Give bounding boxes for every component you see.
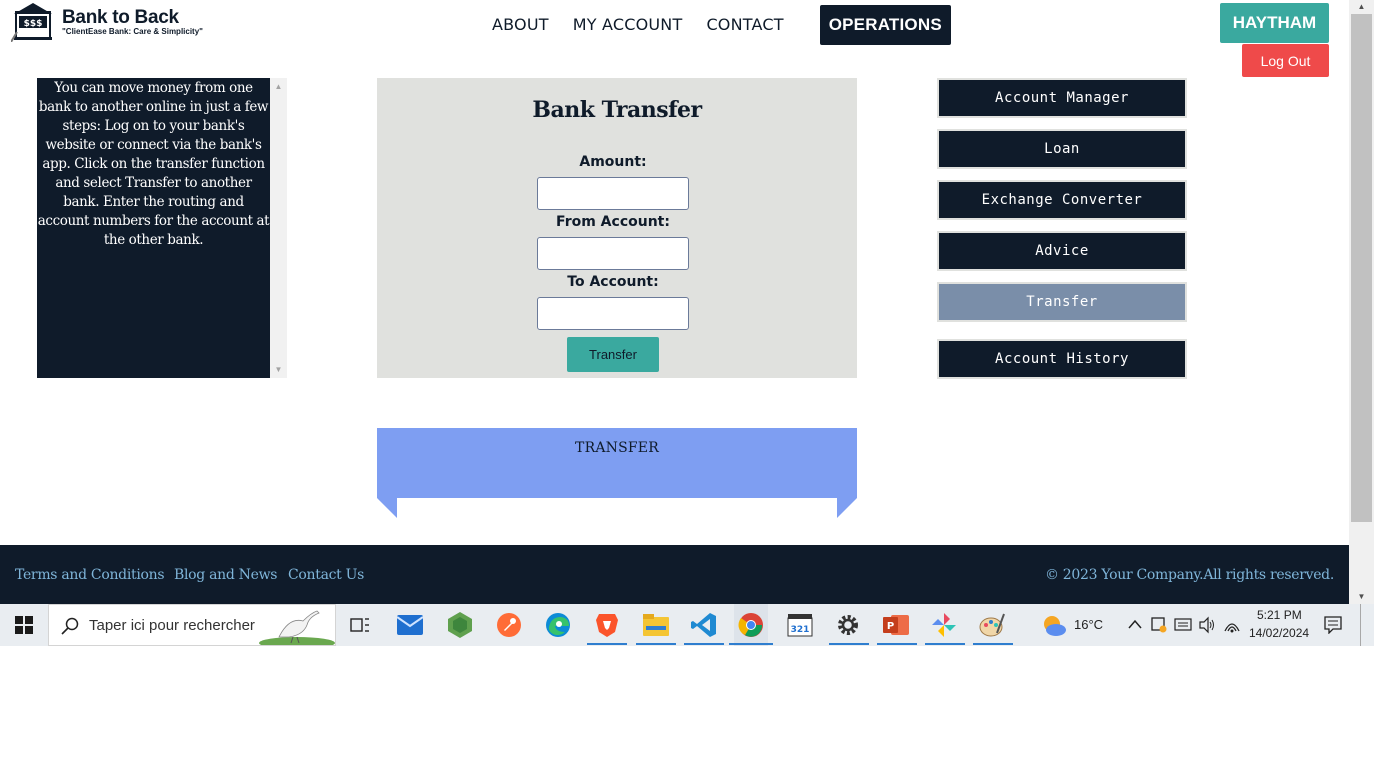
page-scrollbar[interactable]: ▲ ▼ bbox=[1349, 0, 1374, 604]
menu-transfer[interactable]: Transfer bbox=[937, 282, 1187, 322]
chrome-running-indicator bbox=[729, 643, 773, 645]
page-footer: Terms and Conditions Blog and News Conta… bbox=[0, 545, 1349, 604]
network-status-icon[interactable] bbox=[1150, 616, 1168, 634]
video-editor-icon[interactable]: 321 bbox=[786, 611, 814, 639]
brand-title: Bank to Back bbox=[62, 7, 179, 28]
powerpoint-icon[interactable]: P bbox=[882, 611, 910, 639]
menu-exchange-converter[interactable]: Exchange Converter bbox=[937, 180, 1187, 220]
to-account-label: To Account: bbox=[567, 274, 659, 290]
user-button[interactable]: HAYTHAM bbox=[1220, 3, 1329, 43]
footer-terms-link[interactable]: Terms and Conditions bbox=[15, 567, 165, 583]
settings-running-indicator bbox=[829, 643, 869, 645]
windows-logo-icon bbox=[15, 616, 33, 634]
paint-icon[interactable] bbox=[978, 611, 1006, 639]
powerpoint-running-indicator bbox=[877, 643, 917, 645]
banner-title: TRANSFER bbox=[575, 440, 659, 456]
explorer-running-indicator bbox=[636, 643, 676, 645]
browser-viewport: $$$ Bank to Back "ClientEase Bank: Care … bbox=[0, 0, 1349, 604]
vscode-icon[interactable] bbox=[690, 611, 718, 639]
from-account-input[interactable] bbox=[537, 237, 689, 270]
task-view-icon[interactable] bbox=[346, 611, 374, 639]
brand-logo[interactable]: $$$ Bank to Back "ClientEase Bank: Care … bbox=[11, 2, 216, 42]
nav-operations[interactable]: OPERATIONS bbox=[819, 4, 951, 45]
scroll-up-icon[interactable]: ▲ bbox=[1349, 0, 1374, 14]
taskbar-search-box[interactable]: Taper ici pour rechercher bbox=[48, 604, 336, 646]
nav-about[interactable]: ABOUT bbox=[492, 15, 549, 34]
brave-running-indicator bbox=[587, 643, 627, 645]
menu-advice[interactable]: Advice bbox=[937, 231, 1187, 271]
pinwheel-app-icon[interactable] bbox=[930, 611, 958, 639]
chevron-up-icon[interactable] bbox=[1128, 618, 1142, 630]
form-title: Bank Transfer bbox=[532, 97, 702, 123]
weather-icon[interactable] bbox=[1040, 613, 1068, 637]
scrollbar-thumb[interactable] bbox=[1351, 14, 1372, 522]
svg-text:P: P bbox=[887, 621, 894, 632]
footer-blog-link[interactable]: Blog and News bbox=[174, 567, 277, 583]
menu-loan[interactable]: Loan bbox=[937, 129, 1187, 169]
settings-gear-icon[interactable] bbox=[834, 611, 862, 639]
nav-my-account[interactable]: MY ACCOUNT bbox=[573, 15, 683, 34]
chrome-icon[interactable] bbox=[734, 604, 768, 646]
brave-browser-icon[interactable] bbox=[593, 611, 621, 639]
svg-text:$$$: $$$ bbox=[24, 19, 43, 29]
scroll-down-icon[interactable]: ▼ bbox=[270, 361, 287, 378]
file-explorer-icon[interactable] bbox=[642, 611, 670, 639]
wifi-icon[interactable] bbox=[1224, 617, 1240, 633]
heron-search-illustration-icon bbox=[259, 610, 335, 645]
footer-contact-link[interactable]: Contact Us bbox=[288, 567, 364, 583]
notification-center-icon[interactable] bbox=[1324, 616, 1342, 634]
edge-browser-icon[interactable] bbox=[544, 611, 572, 639]
brand-tagline: "ClientEase Bank: Care & Simplicity" bbox=[62, 27, 203, 36]
menu-account-manager[interactable]: Account Manager bbox=[937, 78, 1187, 118]
vscode-running-indicator bbox=[684, 643, 724, 645]
nav-contact[interactable]: CONTACT bbox=[706, 15, 783, 34]
windows-taskbar: Taper ici pour rechercher 321 P 16°C 5:2… bbox=[0, 604, 1374, 646]
postman-icon[interactable] bbox=[495, 611, 523, 639]
info-scrollbar[interactable]: ▲ ▼ bbox=[270, 78, 287, 378]
clock-date[interactable]: 14/02/2024 bbox=[1249, 626, 1309, 640]
amount-label: Amount: bbox=[579, 154, 647, 170]
svg-text:321: 321 bbox=[791, 625, 810, 635]
search-placeholder: Taper ici pour rechercher bbox=[89, 617, 255, 634]
windows-start-button[interactable] bbox=[0, 604, 48, 646]
search-icon bbox=[61, 617, 79, 635]
menu-account-history[interactable]: Account History bbox=[937, 339, 1187, 379]
scroll-up-icon[interactable]: ▲ bbox=[270, 78, 287, 95]
bank-transfer-form: Bank Transfer Amount: From Account: To A… bbox=[377, 78, 857, 378]
node-icon[interactable] bbox=[446, 611, 474, 639]
to-account-input[interactable] bbox=[537, 297, 689, 330]
scroll-down-icon[interactable]: ▼ bbox=[1349, 590, 1374, 604]
bank-logo-icon: $$$ bbox=[11, 3, 52, 42]
show-desktop-divider[interactable] bbox=[1360, 604, 1361, 646]
amount-input[interactable] bbox=[537, 177, 689, 210]
paint-running-indicator bbox=[973, 643, 1013, 645]
footer-copyright: © 2023 Your Company.All rights reserved. bbox=[1044, 567, 1334, 583]
mail-icon[interactable] bbox=[396, 611, 424, 639]
transfer-banner: TRANSFER bbox=[377, 428, 857, 518]
info-text-panel: You can move money from one bank to anot… bbox=[37, 78, 270, 378]
main-nav: ABOUT MY ACCOUNT CONTACT OPERATIONS bbox=[480, 4, 963, 45]
from-account-label: From Account: bbox=[556, 214, 670, 230]
speaker-icon[interactable] bbox=[1198, 616, 1216, 634]
clock-time[interactable]: 5:21 PM bbox=[1257, 608, 1302, 622]
transfer-submit-button[interactable]: Transfer bbox=[567, 337, 659, 372]
weather-temperature[interactable]: 16°C bbox=[1074, 617, 1103, 632]
logout-button[interactable]: Log Out bbox=[1242, 44, 1329, 77]
pinwheel-running-indicator bbox=[925, 643, 965, 645]
keyboard-icon[interactable] bbox=[1174, 617, 1192, 633]
